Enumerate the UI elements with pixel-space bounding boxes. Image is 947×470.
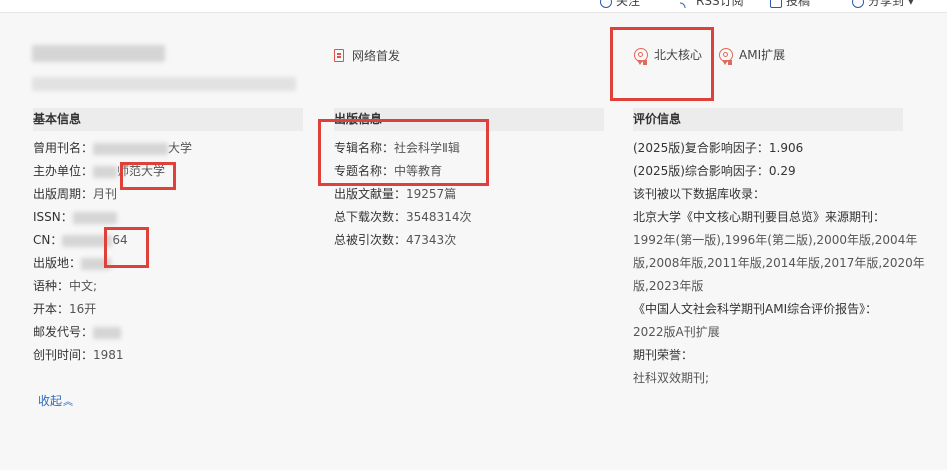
journal-subtitle-redacted (32, 77, 296, 91)
eval-line: 版,2008年版,2011年版,2014年版,2017年版,2020年 (633, 256, 925, 270)
document-icon (334, 49, 344, 62)
info-row: 语种：中文; (33, 279, 98, 293)
rss-button[interactable]: RSS订阅 (680, 0, 744, 9)
follow-icon (600, 0, 612, 8)
collapse-link[interactable]: 收起︽ (38, 392, 73, 409)
highlight-box-publish-topics (318, 119, 489, 186)
eval-line: 期刊荣誉： (633, 348, 694, 362)
eval-line: 《中国人文社会科学期刊AMI综合评价报告》： (633, 302, 878, 316)
double-chevron-up-icon: ︽ (63, 397, 74, 408)
highlight-box-pku-core (610, 27, 714, 101)
redacted-value (93, 142, 169, 155)
rss-icon (680, 0, 692, 8)
submit-icon (770, 0, 782, 8)
info-row: CN： 64 (33, 233, 128, 247)
eval-line: 1992年(第一版),1996年(第二版),2000年版,2004年 (633, 233, 918, 247)
eval-line: 版,2023年版 (633, 279, 704, 293)
eval-line: 该刊被以下数据库收录： (633, 187, 766, 201)
highlight-box-cn (104, 227, 149, 268)
ami-badge[interactable]: AMI扩展 (719, 46, 785, 65)
section-header: 评价信息 (633, 108, 903, 131)
follow-button[interactable]: 关注 (600, 0, 640, 9)
eval-line: (2025版)综合影响因子：0.29 (633, 164, 796, 178)
journal-title-redacted (32, 45, 165, 62)
share-icon (852, 0, 864, 8)
medal-icon (719, 47, 733, 65)
highlight-box-sponsor (120, 162, 176, 190)
info-row: 出版地： (33, 252, 303, 275)
redacted-value (93, 165, 118, 178)
evaluation-info-section: 评价信息 (2025版)复合影响因子：1.906 (2025版)综合影响因子：0… (633, 108, 925, 390)
info-row: 总被引次数：47343次 (334, 233, 457, 247)
eval-line: 社科双效期刊; (633, 371, 710, 385)
info-row: 总下载次数：3548314次 (334, 210, 472, 224)
basic-info-section: 基本信息 曾用刊名： 大学 主办单位： 师范大学 出版周期：月刊 ISSN： CN：… (33, 108, 303, 367)
info-row: 开本：16开 (33, 302, 97, 316)
online-first-tag[interactable]: 网络首发 (334, 47, 400, 65)
info-row: ISSN： (33, 206, 303, 229)
eval-line: 2022版A刊扩展 (633, 325, 720, 339)
info-row: 出版文献量：19257篇 (334, 187, 457, 201)
info-row: 邮发代号： (33, 321, 303, 344)
eval-line: (2025版)复合影响因子：1.906 (633, 141, 804, 155)
redacted-value (72, 211, 117, 224)
top-action-bar: 关注 RSS订阅 投稿 分享到 ▾ (0, 0, 947, 13)
redacted-value (93, 326, 122, 339)
info-row: 曾用刊名： 大学 (33, 141, 193, 155)
share-button[interactable]: 分享到 ▾ (852, 0, 914, 9)
submit-button[interactable]: 投稿 (770, 0, 810, 9)
eval-line: 北京大学《中文核心期刊要目总览》来源期刊： (633, 210, 886, 224)
info-row: 创刊时间：1981 (33, 348, 124, 362)
section-header: 基本信息 (33, 108, 303, 131)
